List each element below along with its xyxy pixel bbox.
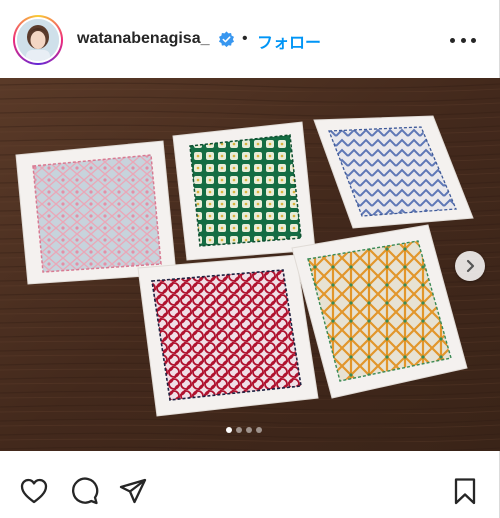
follow-button[interactable]: フォロー (257, 29, 321, 53)
chevron-right-icon (466, 259, 475, 273)
coaster-pink-blue (15, 140, 177, 285)
carousel-dot-active (226, 427, 232, 433)
coaster-red (137, 254, 319, 417)
coaster-green (172, 121, 316, 261)
avatar-image (17, 19, 59, 61)
verified-badge-icon (218, 31, 235, 48)
heart-icon[interactable] (19, 476, 49, 506)
carousel-next-button[interactable] (455, 251, 485, 281)
carousel-dot (236, 427, 242, 433)
instagram-post: watanabenagisa_ • フォロー (0, 0, 500, 518)
story-ring[interactable] (13, 15, 63, 65)
bookmark-icon[interactable] (450, 476, 480, 506)
post-media[interactable] (0, 78, 500, 451)
post-photo (0, 78, 500, 451)
username[interactable]: watanabenagisa_ (77, 30, 210, 48)
post-header: watanabenagisa_ • フォロー (0, 0, 500, 78)
carousel-dot (246, 427, 252, 433)
paper-plane-icon[interactable] (118, 476, 148, 506)
carousel-dot (256, 427, 262, 433)
more-options-icon[interactable] (450, 34, 476, 46)
separator-dot: • (242, 30, 248, 47)
carousel-indicator (226, 427, 262, 433)
avatar[interactable] (17, 19, 59, 61)
comment-icon[interactable] (69, 476, 99, 506)
